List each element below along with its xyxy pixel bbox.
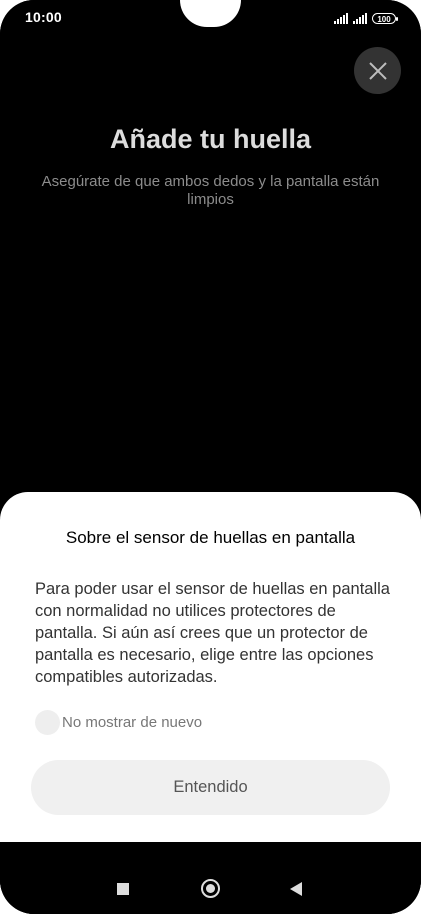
battery-icon: 100: [372, 13, 398, 24]
understood-button[interactable]: Entendido: [31, 760, 390, 815]
screen: 10:00 100 Añade tu huella Asegúrate de q…: [0, 0, 421, 914]
page-subtitle: Asegúrate de que ambos dedos y la pantal…: [41, 173, 380, 208]
back-button[interactable]: [290, 882, 302, 896]
close-button[interactable]: [354, 47, 401, 94]
bottom-sheet-dialog: Sobre el sensor de huellas en pantalla P…: [0, 492, 421, 842]
close-icon: [368, 61, 387, 80]
status-icons: 100: [334, 10, 398, 24]
dialog-message: Para poder usar el sensor de huellas en …: [35, 580, 390, 686]
signal-1-icon: [334, 13, 348, 24]
home-button[interactable]: [201, 879, 220, 898]
dialog-title: Sobre el sensor de huellas en pantalla: [65, 528, 356, 547]
dont-show-again-row[interactable]: No mostrar de nuevo: [35, 709, 202, 735]
signal-2-icon: [353, 13, 367, 24]
page-title: Añade tu huella: [109, 124, 312, 154]
dont-show-again-checkbox[interactable]: [35, 709, 60, 735]
dont-show-again-label: No mostrar de nuevo: [62, 713, 203, 731]
recents-button[interactable]: [117, 883, 129, 895]
navigation-bar: [0, 842, 421, 914]
status-time: 10:00: [25, 9, 62, 25]
phone-frame: 10:00 100 Añade tu huella Asegúrate de q…: [0, 0, 421, 914]
